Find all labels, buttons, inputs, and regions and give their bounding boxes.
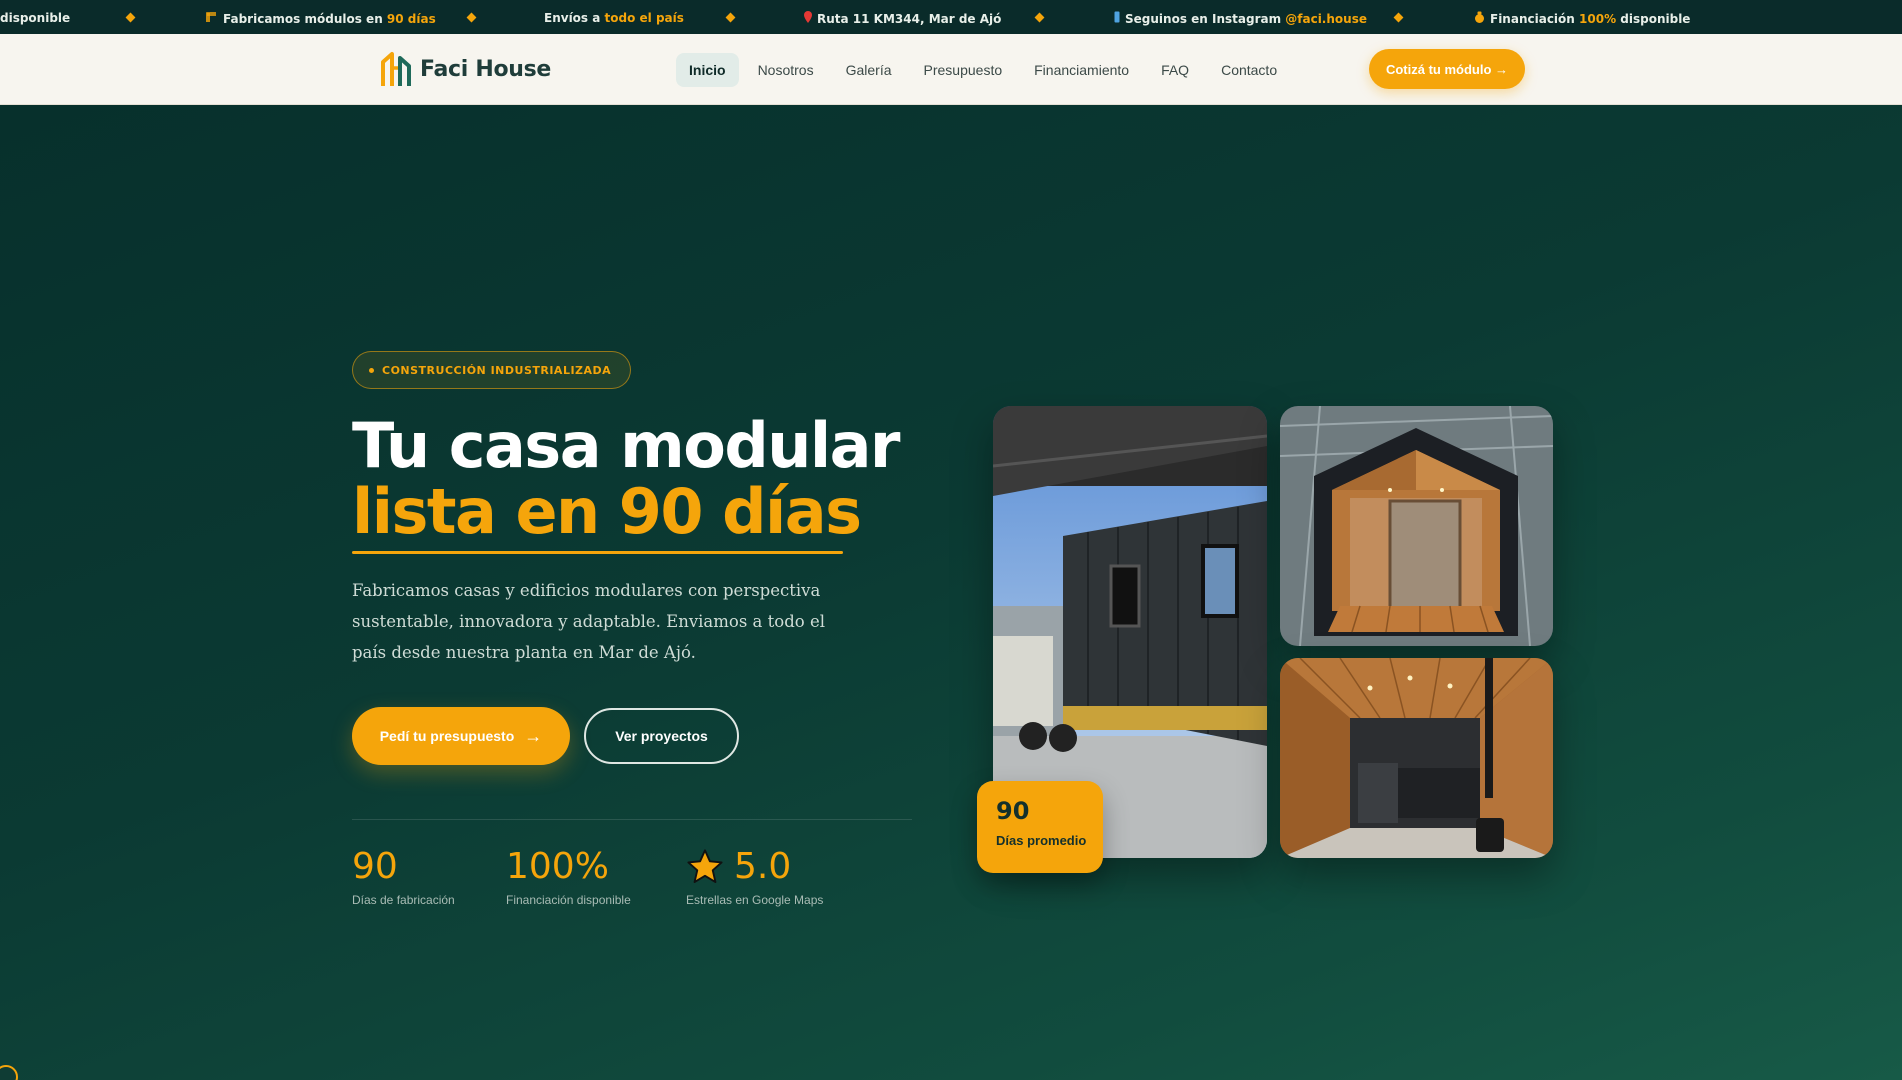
view-projects-button[interactable]: Ver proyectos [584,708,739,764]
ticker-item: Seguinos en Instagram @faci.house [1114,11,1367,26]
site-header: Faci House Inicio Nosotros Galería Presu… [0,34,1902,105]
nav-faq[interactable]: FAQ [1148,53,1202,87]
nav-presupuesto[interactable]: Presupuesto [911,53,1016,87]
stat-value: 90 [352,846,398,887]
main-nav: Inicio Nosotros Galería Presupuesto Fina… [676,53,1290,87]
money-bag-icon [1474,11,1485,26]
quote-cta-button[interactable]: Cotizá tu módulo → [1369,49,1525,89]
ticker-item: Envíos a todo el país [544,11,684,25]
ticker-separator [466,12,477,23]
hero-section: CONSTRUCCIÓN INDUSTRIALIZADA Tu casa mod… [0,105,1902,1080]
category-badge: CONSTRUCCIÓN INDUSTRIALIZADA [352,351,632,389]
stat-rating: 5.0 Estrellas en Google Maps [686,847,824,908]
stat-value: 5.0 [686,847,823,887]
ticker-item: disponible [0,11,71,25]
hero-title: Tu casa modular [352,409,901,482]
ticker-separator [125,12,136,23]
days-card-value: 90 [996,797,1030,825]
module-interior-photo [1280,406,1553,646]
request-quote-button[interactable]: Pedí tu presupuesto → [352,707,570,765]
ticker-item: Ruta 11 KM344, Mar de Ajó [804,11,1001,26]
ticker-separator [725,12,736,23]
stat-value: 100% [506,846,609,887]
stat-financing: 100% Financiación disponible [506,846,631,908]
arrow-right-icon: → [524,726,543,746]
stat-label: Días de fabricación [352,893,455,907]
scroll-indicator[interactable] [0,1065,18,1080]
stat-days: 90 Días de fabricación [352,846,455,908]
module-kitchen-photo [1280,658,1553,858]
hero-description: Fabricamos casas y edificios modulares c… [352,581,825,662]
ticker-separator [1034,12,1045,23]
days-card-label: Días promedio [996,833,1087,848]
brand-logo[interactable]: Faci House [380,50,551,88]
phone-icon [1114,11,1120,26]
announcement-ticker: disponible Fabricamos módulos en 90 días… [0,0,1902,34]
ticker-separator [1393,12,1404,23]
star-icon [687,849,723,883]
days-average-card: 90 Días promedio [977,781,1103,873]
brand-name: Faci House [420,56,552,82]
ticker-item: Fabricamos módulos en 90 días [206,11,436,26]
badge-dot-icon [369,367,374,373]
stats-divider [352,819,912,820]
pin-icon [804,11,812,26]
logo-icon [381,52,411,86]
nav-contacto[interactable]: Contacto [1208,53,1290,87]
stat-label: Financiación disponible [506,893,631,907]
nav-inicio[interactable]: Inicio [676,53,739,87]
title-underline [352,551,843,554]
nav-galeria[interactable]: Galería [833,53,905,87]
ticker-item: Financiación 100% disponible [1474,11,1690,26]
nav-nosotros[interactable]: Nosotros [745,53,827,87]
crane-icon [206,11,218,26]
hero-title-accent: lista en 90 días [352,475,862,548]
nav-financiamiento[interactable]: Financiamiento [1021,53,1142,87]
stat-label: Estrellas en Google Maps [686,893,824,907]
